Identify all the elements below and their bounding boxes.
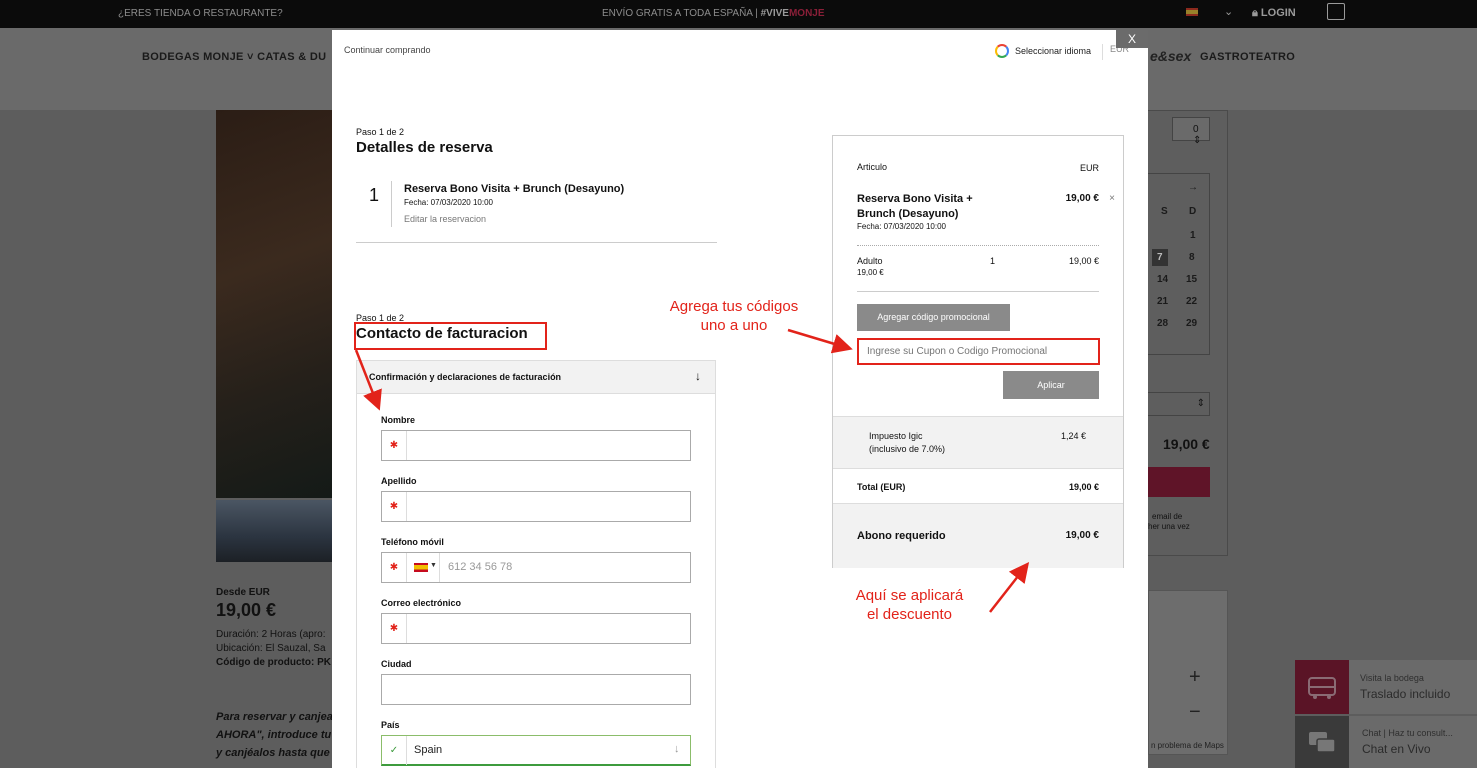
quantity-select[interactable]: 0 ⇕ (1172, 117, 1210, 146)
calendar-day[interactable]: 8 (1189, 252, 1195, 263)
calendar: → S D 1 7 8 14 15 21 22 28 29 (1148, 173, 1210, 355)
logo: e&sex (1150, 48, 1192, 64)
product-code: Código de producto: PK (216, 657, 331, 668)
product-thumbnail[interactable] (216, 500, 332, 562)
calendar-day[interactable]: 29 (1186, 318, 1197, 329)
location: Ubicación: El Sauzal, Sa (216, 643, 326, 654)
calendar-day[interactable]: 21 (1157, 296, 1168, 307)
top-bar: ¿ERES TIENDA O RESTAURANTE? ENVÍO GRATIS… (0, 0, 1477, 28)
promo-text-2: AHORA", introduce tu (216, 729, 332, 741)
panel-price: 19,00 € (1163, 436, 1210, 452)
promo-text-1: Para reservar y canjea (216, 711, 333, 723)
chevron-down-icon[interactable]: ⌄ (1224, 5, 1233, 18)
nav-item-bodegas[interactable]: BODEGAS MONJE ˅ CATAS & DU (142, 51, 326, 63)
annotation-arrows (354, 328, 1030, 613)
next-month-icon[interactable]: → (1188, 182, 1198, 193)
calendar-day-selected[interactable]: 7 (1152, 249, 1168, 266)
transfer-widget[interactable]: Visita la bodega Traslado incluido (1295, 660, 1477, 714)
map[interactable]: + − n problema de Maps (1148, 590, 1228, 755)
panel-note: email de (1152, 512, 1183, 521)
calendar-day: D (1189, 206, 1197, 217)
calendar-day[interactable]: 15 (1186, 274, 1197, 285)
live-chat-widget[interactable]: Chat | Haz tu consult... Chat en Vivo (1295, 716, 1477, 768)
calendar-day[interactable]: 1 (1190, 230, 1196, 241)
duration: Duración: 2 Horas (apro: (216, 629, 326, 640)
book-button[interactable] (1148, 467, 1210, 497)
zoom-out-button[interactable]: − (1189, 701, 1201, 724)
option-select[interactable]: ⇕ (1148, 392, 1210, 416)
store-link[interactable]: ¿ERES TIENDA O RESTAURANTE? (118, 8, 283, 19)
checkout-modal: Continuar comprando Seleccionar idioma E… (332, 30, 1148, 768)
calendar-day[interactable]: 28 (1157, 318, 1168, 329)
product-photo (216, 110, 332, 498)
arrow-to-deposit (989, 562, 1030, 613)
login-link[interactable]: 🔒︎ LOGIN (1252, 7, 1296, 20)
map-terms[interactable]: n problema de Maps (1151, 741, 1224, 750)
calendar-day[interactable]: 14 (1157, 274, 1168, 285)
arrow-to-promo (787, 328, 853, 354)
panel-note: her una vez (1148, 522, 1190, 531)
calendar-day: S (1161, 206, 1168, 217)
close-modal-button[interactable]: X (1116, 30, 1148, 48)
promo-text-3: y canjéalos hasta que (216, 747, 330, 759)
spain-flag-icon[interactable] (1186, 8, 1198, 16)
from-label: Desde EUR (216, 587, 270, 598)
shopping-bag-icon[interactable] (1327, 3, 1345, 20)
bus-icon (1295, 660, 1349, 714)
shipping-banner: ENVÍO GRATIS A TODA ESPAÑA | #VIVEMONJE (602, 8, 825, 19)
arrow-to-form (354, 349, 382, 411)
chat-icon (1295, 716, 1349, 768)
zoom-in-button[interactable]: + (1189, 666, 1201, 689)
product-price: 19,00 € (216, 600, 277, 620)
nav-item-gastroteatro[interactable]: GASTROTEATRO (1200, 51, 1295, 63)
calendar-day[interactable]: 22 (1186, 296, 1197, 307)
